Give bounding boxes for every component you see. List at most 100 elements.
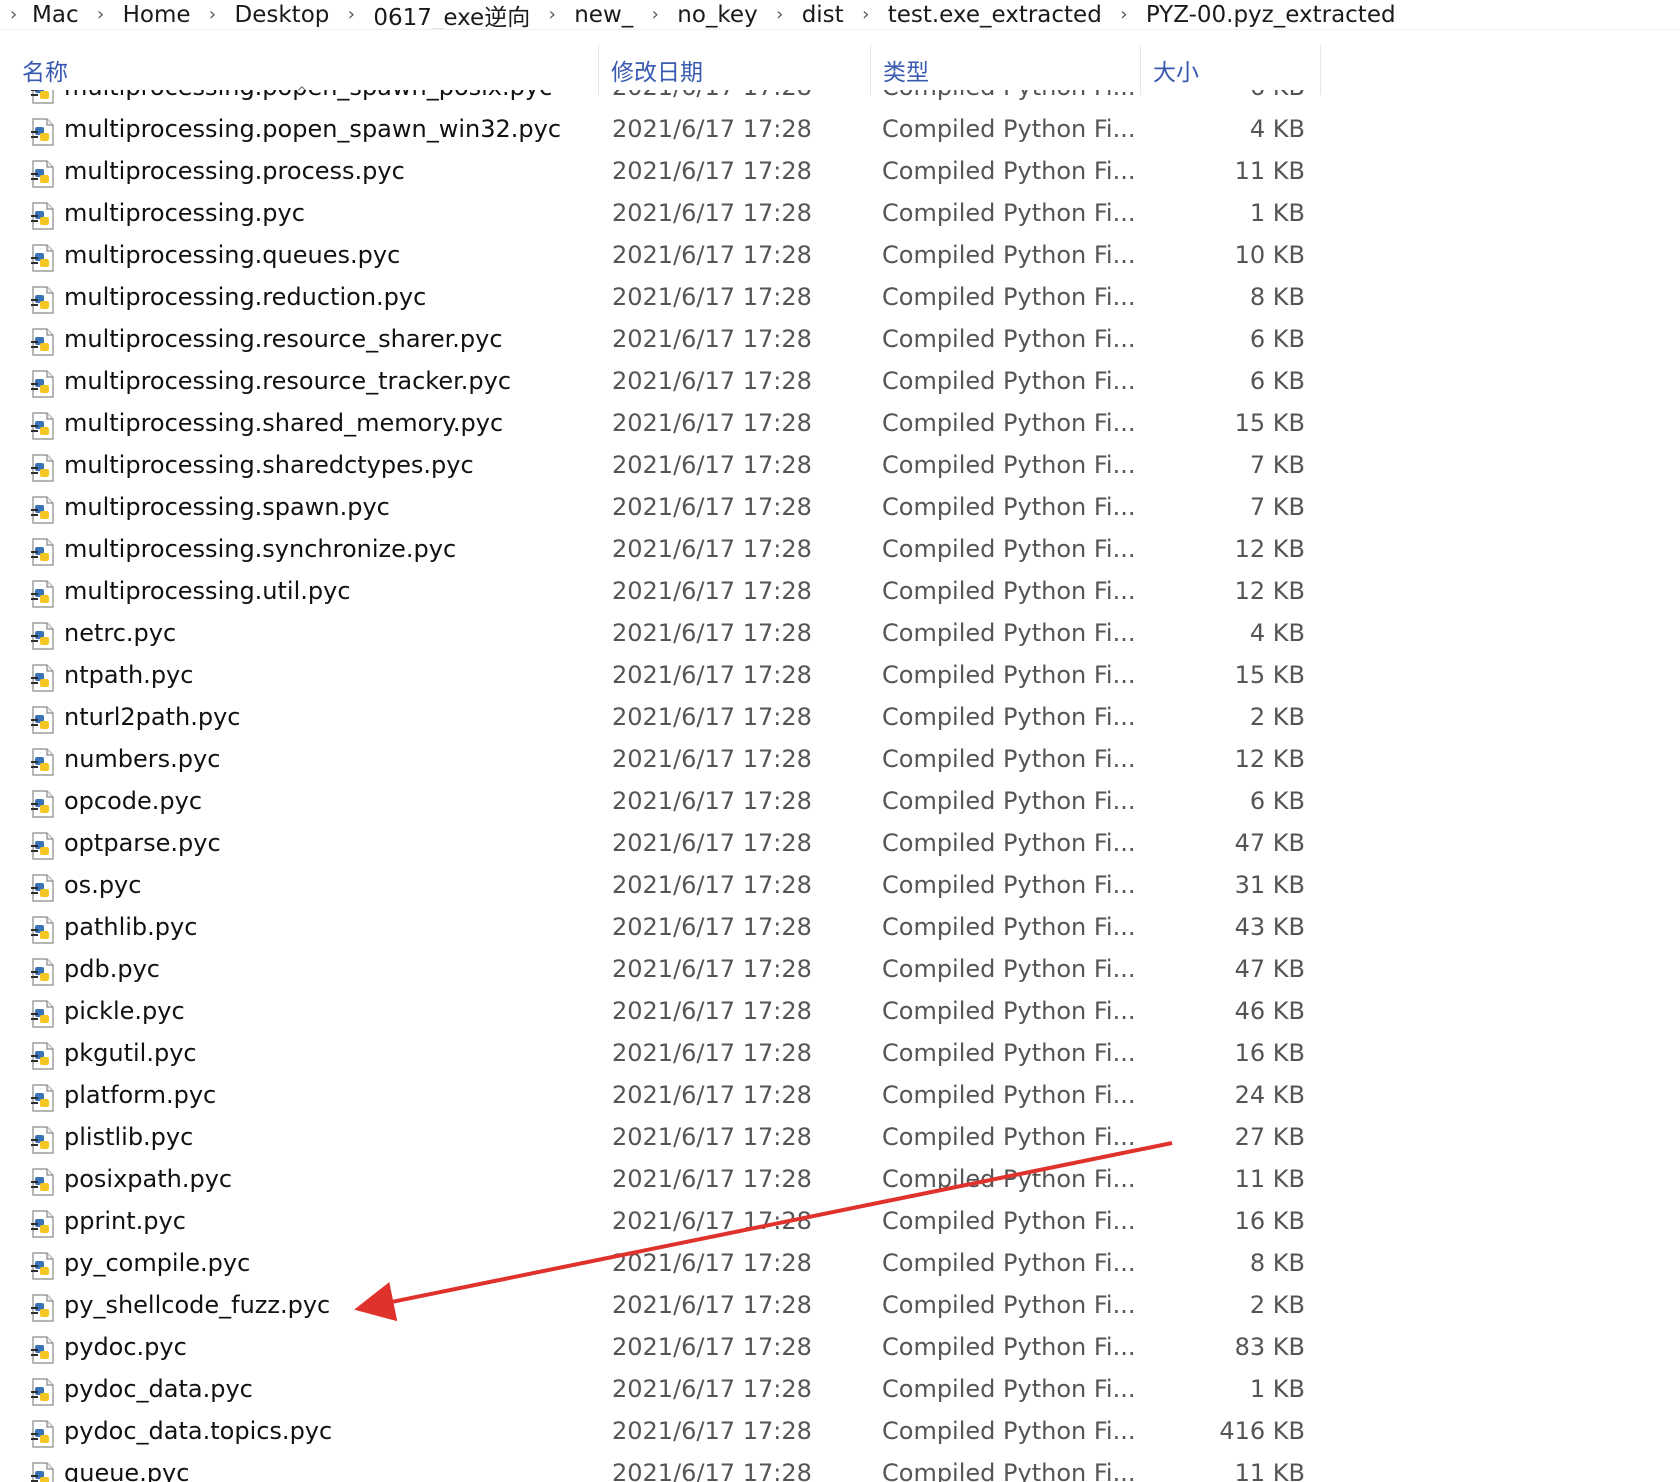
file-row[interactable]: multiprocessing.queues.pyc 2021/6/17 17:2… — [0, 237, 1330, 279]
breadcrumb-chevron-icon[interactable]: › — [79, 4, 123, 25]
file-modified-date: 2021/6/17 17:28 — [612, 325, 812, 353]
file-type: Compiled Python Fi... — [882, 829, 1136, 857]
breadcrumb-item[interactable]: no_key — [677, 2, 757, 28]
python-compiled-file-icon — [28, 327, 58, 357]
file-row[interactable]: pdb.pyc 2021/6/17 17:28 Compiled Python Fi… — [0, 951, 1330, 993]
python-compiled-file-icon — [28, 453, 58, 483]
file-row[interactable]: pydoc_data.pyc 2021/6/17 17:28 Compiled Py… — [0, 1371, 1330, 1413]
file-row[interactable]: optparse.pyc 2021/6/17 17:28 Compiled Pyth… — [0, 825, 1330, 867]
file-size: 11 KB — [1234, 157, 1305, 185]
file-name: numbers.pyc — [64, 745, 221, 773]
file-modified-date: 2021/6/17 17:28 — [612, 157, 812, 185]
file-type: Compiled Python Fi... — [882, 1333, 1136, 1361]
file-row[interactable]: multiprocessing.process.pyc 2021/6/17 17:… — [0, 153, 1330, 195]
file-row[interactable]: pickle.pyc 2021/6/17 17:28 Compiled Python… — [0, 993, 1330, 1035]
breadcrumb-item[interactable]: dist — [802, 2, 844, 28]
file-row[interactable]: multiprocessing.spawn.pyc 2021/6/17 17:28… — [0, 489, 1330, 531]
file-row[interactable]: multiprocessing.reduction.pyc 2021/6/17 1… — [0, 279, 1330, 321]
breadcrumb-item[interactable]: Home — [123, 2, 191, 28]
file-name: posixpath.pyc — [64, 1165, 233, 1193]
file-name: multiprocessing.popen_spawn_posix.pyc — [64, 90, 552, 101]
file-row[interactable]: multiprocessing.synchronize.pyc 2021/6/17… — [0, 531, 1330, 573]
file-row[interactable]: pkgutil.pyc 2021/6/17 17:28 Compiled Pytho… — [0, 1035, 1330, 1077]
file-size: 43 KB — [1234, 913, 1305, 941]
file-row[interactable]: ntpath.pyc 2021/6/17 17:28 Compiled Python… — [0, 657, 1330, 699]
file-modified-date: 2021/6/17 17:28 — [612, 1039, 812, 1067]
breadcrumb-item[interactable]: test.exe_extracted — [888, 2, 1102, 28]
file-row[interactable]: multiprocessing.resource_tracker.pyc 2021… — [0, 363, 1330, 405]
file-row[interactable]: multiprocessing.sharedctypes.pyc 2021/6/1… — [0, 447, 1330, 489]
file-size: 8 KB — [1249, 283, 1305, 311]
file-row[interactable]: pydoc_data.topics.pyc 2021/6/17 17:28 Comp… — [0, 1413, 1330, 1455]
file-row[interactable]: platform.pyc 2021/6/17 17:28 Compiled Pyth… — [0, 1077, 1330, 1119]
file-row[interactable]: multiprocessing.util.pyc 2021/6/17 17:28 C… — [0, 573, 1330, 615]
file-name: multiprocessing.reduction.pyc — [64, 283, 427, 311]
file-row[interactable]: queue.pyc 2021/6/17 17:28 Compiled Python … — [0, 1455, 1330, 1482]
breadcrumb-chevron-icon[interactable]: › — [191, 4, 235, 25]
file-row[interactable]: plistlib.pyc 2021/6/17 17:28 Compiled Pyth… — [0, 1119, 1330, 1161]
file-row[interactable]: pathlib.pyc 2021/6/17 17:28 Compiled Pytho… — [0, 909, 1330, 951]
file-row[interactable]: opcode.pyc 2021/6/17 17:28 Compiled Python… — [0, 783, 1330, 825]
file-type: Compiled Python Fi... — [882, 325, 1136, 353]
breadcrumb: › Mac › Home › Desktop › 0617_exe逆向 › new_ › no_key… — [0, 0, 1680, 30]
breadcrumb-chevron-icon[interactable]: › — [530, 4, 574, 25]
python-compiled-file-icon — [28, 117, 58, 147]
breadcrumb-chevron-icon[interactable]: › — [1102, 4, 1146, 25]
file-size: 11 KB — [1234, 1459, 1305, 1482]
file-type: Compiled Python Fi... — [882, 367, 1136, 395]
file-row[interactable]: posixpath.pyc 2021/6/17 17:28 Compiled Pyt… — [0, 1161, 1330, 1203]
file-row[interactable]: pprint.pyc 2021/6/17 17:28 Compiled Python… — [0, 1203, 1330, 1245]
file-size: 47 KB — [1234, 829, 1305, 857]
file-type: Compiled Python Fi... — [882, 493, 1136, 521]
breadcrumb-chevron-icon[interactable]: › — [844, 4, 888, 25]
file-row[interactable]: multiprocessing.resource_sharer.pyc 2021/… — [0, 321, 1330, 363]
python-compiled-file-icon — [28, 999, 58, 1029]
file-name: multiprocessing.spawn.pyc — [64, 493, 390, 521]
file-modified-date: 2021/6/17 17:28 — [612, 577, 812, 605]
file-type: Compiled Python Fi... — [882, 577, 1136, 605]
file-type: Compiled Python Fi... — [882, 157, 1136, 185]
file-row[interactable]: os.pyc 2021/6/17 17:28 Compiled Python Fi.… — [0, 867, 1330, 909]
file-row[interactable]: pydoc.pyc 2021/6/17 17:28 Compiled Python … — [0, 1329, 1330, 1371]
breadcrumb-item[interactable]: PYZ-00.pyz_extracted — [1146, 2, 1396, 28]
file-row[interactable]: netrc.pyc 2021/6/17 17:28 Compiled Python … — [0, 615, 1330, 657]
file-row[interactable]: py_shellcode_fuzz.pyc 2021/6/17 17:28 Comp… — [0, 1287, 1330, 1329]
breadcrumb-chevron-icon[interactable]: › — [633, 4, 677, 25]
breadcrumb-item[interactable]: Desktop — [235, 2, 330, 28]
file-row[interactable]: numbers.pyc 2021/6/17 17:28 Compiled Pytho… — [0, 741, 1330, 783]
file-name: multiprocessing.pyc — [64, 199, 305, 227]
column-header-size[interactable]: 大小 — [1140, 45, 1320, 95]
file-type: Compiled Python Fi... — [882, 1081, 1136, 1109]
python-compiled-file-icon — [28, 873, 58, 903]
file-row[interactable]: nturl2path.pyc 2021/6/17 17:28 Compiled Py… — [0, 699, 1330, 741]
column-header-date[interactable]: 修改日期 — [598, 45, 870, 95]
python-compiled-file-icon — [28, 1461, 58, 1482]
breadcrumb-chevron-icon[interactable]: › — [758, 4, 802, 25]
file-modified-date: 2021/6/17 17:28 — [612, 1081, 812, 1109]
file-size: 24 KB — [1234, 1081, 1305, 1109]
file-row[interactable]: multiprocessing.popen_spawn_win32.pyc 202… — [0, 111, 1330, 153]
breadcrumb-item[interactable]: Mac — [32, 2, 79, 28]
breadcrumb-item[interactable]: new_ — [574, 2, 633, 28]
file-size: 4 KB — [1249, 619, 1305, 647]
python-compiled-file-icon — [28, 495, 58, 525]
file-row[interactable]: py_compile.pyc 2021/6/17 17:28 Compiled Py… — [0, 1245, 1330, 1287]
breadcrumb-chevron-icon[interactable]: › — [329, 4, 373, 25]
breadcrumb-chevron-icon[interactable]: › — [10, 4, 32, 25]
file-row[interactable]: multiprocessing.shared_memory.pyc 2021/6/… — [0, 405, 1330, 447]
breadcrumb-item[interactable]: 0617_exe逆向 — [373, 0, 530, 30]
column-header-type[interactable]: 类型 — [870, 45, 1140, 95]
file-type: Compiled Python Fi... — [882, 703, 1136, 731]
file-modified-date: 2021/6/17 17:28 — [612, 703, 812, 731]
file-type: Compiled Python Fi... — [882, 1165, 1136, 1193]
file-size: 47 KB — [1234, 955, 1305, 983]
file-name: netrc.pyc — [64, 619, 177, 647]
file-row[interactable]: multiprocessing.popen_spawn_posix.pyc 202… — [0, 90, 1330, 111]
python-compiled-file-icon — [28, 1251, 58, 1281]
file-row[interactable]: multiprocessing.pyc 2021/6/17 17:28 Compil… — [0, 195, 1330, 237]
python-compiled-file-icon — [28, 90, 58, 105]
file-modified-date: 2021/6/17 17:28 — [612, 367, 812, 395]
file-name: pickle.pyc — [64, 997, 185, 1025]
file-name: nturl2path.pyc — [64, 703, 241, 731]
file-type: Compiled Python Fi... — [882, 1459, 1136, 1482]
